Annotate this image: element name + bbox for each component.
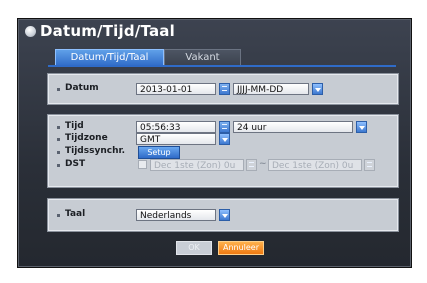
datetime-dialog: Datum/Tijd/Taal Datum/Tijd/Taal Vakant D… [17, 18, 412, 268]
bullet-icon [57, 151, 60, 154]
taal-select[interactable]: Nederlands [136, 209, 216, 221]
tab-vakant[interactable]: Vakant [164, 49, 241, 66]
dst-start-field[interactable]: Dec 1ste (Zon) 0u [150, 159, 244, 171]
tab-datum-tijd-taal[interactable]: Datum/Tijd/Taal [55, 49, 164, 66]
datum-input[interactable]: 2013-01-01 [136, 83, 216, 95]
datum-label: Datum [65, 83, 99, 93]
bullet-icon [57, 164, 60, 167]
bullet-icon [57, 88, 60, 91]
globe-icon [25, 26, 36, 37]
dst-label: DST [65, 159, 86, 169]
dst-end-stepper[interactable] [364, 159, 375, 171]
tab-underline [48, 65, 396, 67]
chevron-down-icon[interactable] [219, 209, 230, 221]
bullet-icon [57, 214, 60, 217]
sync-label: Tijdssynchr. [65, 146, 126, 156]
date-format-select[interactable]: JJJJ-MM-DD [233, 83, 309, 95]
bullet-icon [57, 126, 60, 129]
tijdzone-select[interactable]: GMT [136, 133, 216, 145]
date-panel: Datum 2013-01-01 JJJJ-MM-DD [48, 74, 398, 104]
dst-start-stepper[interactable] [246, 159, 257, 171]
tijd-stepper[interactable] [219, 121, 230, 133]
tijd-label: Tijd [65, 121, 84, 131]
dst-separator: ~ [259, 159, 267, 169]
taal-label: Taal [65, 209, 86, 219]
cancel-button[interactable]: Annuleer [218, 241, 264, 255]
ok-button[interactable]: OK [176, 241, 212, 255]
language-panel: Taal Nederlands [48, 199, 398, 231]
bullet-icon [57, 138, 60, 141]
clock-format-select[interactable]: 24 uur [233, 121, 353, 133]
dst-end-field[interactable]: Dec 1ste (Zon) 0u [268, 159, 362, 171]
time-panel: Tijd 05:56:33 24 uur Tijdzone GMT Tijdss… [48, 115, 398, 187]
dst-checkbox[interactable] [138, 160, 147, 169]
tijd-input[interactable]: 05:56:33 [136, 121, 216, 133]
chevron-down-icon[interactable] [356, 121, 367, 133]
tijdzone-label: Tijdzone [65, 133, 108, 143]
setup-button[interactable]: Setup [138, 146, 180, 159]
chevron-down-icon[interactable] [312, 83, 323, 95]
datum-stepper[interactable] [219, 83, 230, 95]
chevron-down-icon[interactable] [219, 133, 230, 145]
dialog-title: Datum/Tijd/Taal [40, 22, 175, 40]
